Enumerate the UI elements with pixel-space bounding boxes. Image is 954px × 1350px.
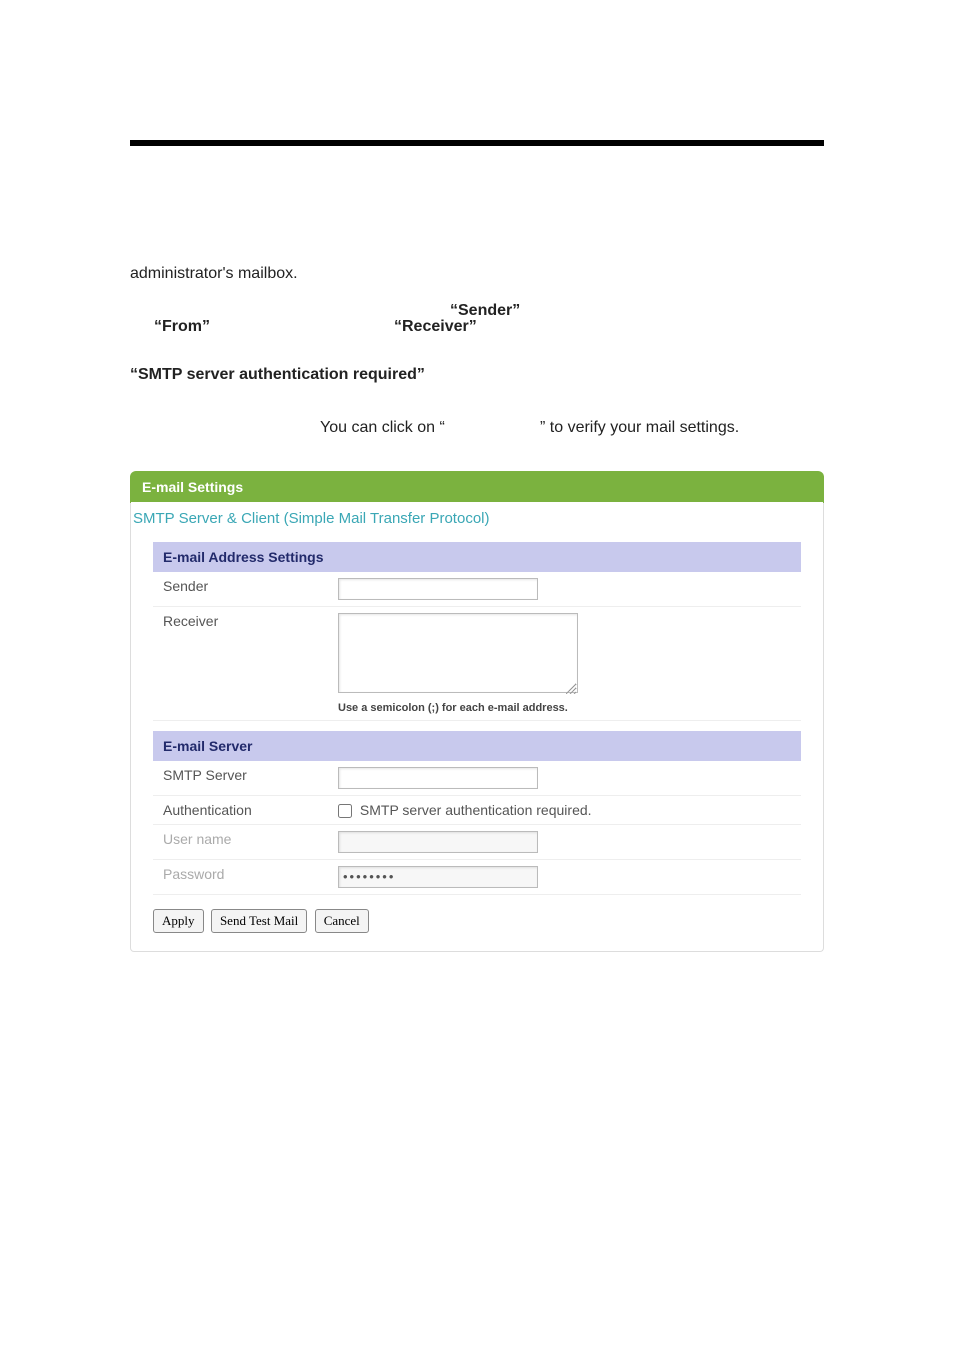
auth-checkbox-wrapper[interactable]: SMTP server authentication required. (338, 802, 592, 818)
text-line: administrator's mailbox. (130, 256, 824, 293)
sender-label: Sender (153, 572, 328, 607)
email-address-table: Sender Receiver (153, 572, 801, 721)
smtp-server-label: SMTP Server (153, 761, 328, 796)
password-input (338, 866, 538, 888)
receiver-textarea[interactable] (338, 613, 578, 693)
send-test-mail-button[interactable]: Send Test Mail (211, 909, 307, 933)
apply-button[interactable]: Apply (153, 909, 204, 933)
authentication-label: Authentication (153, 795, 328, 824)
smtp-auth-quoted: “SMTP server authentication required” (130, 366, 425, 383)
click-post-text: ” to verify your mail settings. (540, 410, 739, 447)
fieldset-legend: SMTP Server & Client (Simple Mail Transf… (131, 502, 823, 541)
from-quoted: “From” (154, 309, 210, 346)
email-server-table: SMTP Server Authentication SMTP server a… (153, 761, 801, 895)
password-label: Password (153, 859, 328, 894)
receiver-label: Receiver (153, 606, 328, 720)
panel-title: E-mail Settings (130, 471, 824, 503)
email-settings-screenshot: E-mail Settings SMTP Server & Client (Si… (130, 471, 824, 952)
body-text-block: administrator's mailbox. “Sender” “From”… (130, 256, 824, 426)
fieldset: SMTP Server & Client (Simple Mail Transf… (130, 503, 824, 952)
horizontal-rule (130, 140, 824, 146)
section-email-server: E-mail Server (153, 731, 801, 761)
smtp-auth-checkbox[interactable] (338, 804, 352, 818)
receiver-hint: Use a semicolon (;) for each e-mail addr… (338, 702, 791, 714)
username-input (338, 831, 538, 853)
section-email-address-settings: E-mail Address Settings (153, 542, 801, 572)
document-page: administrator's mailbox. “Sender” “From”… (0, 0, 954, 1350)
smtp-server-input[interactable] (338, 767, 538, 789)
username-label: User name (153, 824, 328, 859)
click-pre-text: You can click on “ (320, 410, 445, 447)
sender-input[interactable] (338, 578, 538, 600)
button-row: Apply Send Test Mail Cancel (131, 909, 823, 933)
cancel-button[interactable]: Cancel (315, 909, 369, 933)
receiver-quoted: “Receiver” (394, 309, 477, 346)
auth-checkbox-label: SMTP server authentication required. (360, 802, 592, 818)
